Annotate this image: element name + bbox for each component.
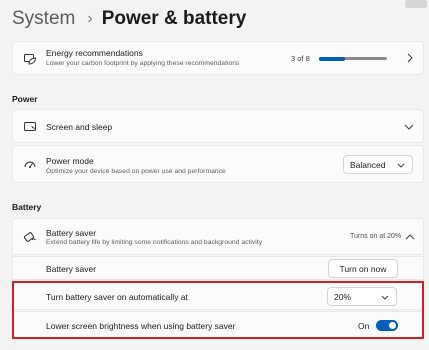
- auto-battery-saver-selected: 20%: [334, 291, 352, 302]
- power-mode-dropdown[interactable]: Balanced: [343, 155, 413, 174]
- leaf-energy-icon: [22, 51, 38, 67]
- screen-and-sleep-card[interactable]: Screen and sleep: [12, 109, 424, 143]
- chevron-down-icon: [381, 293, 389, 303]
- power-mode-subtitle: Optimize your device based on power use …: [46, 168, 226, 175]
- scrollbar-thumb[interactable]: [405, 0, 427, 8]
- turn-on-now-button[interactable]: Turn on now: [328, 259, 398, 278]
- lower-brightness-row: Lower screen brightness when using batte…: [12, 311, 424, 339]
- auto-battery-saver-label: Turn battery saver on automatically at: [46, 292, 188, 302]
- power-mode-selected: Balanced: [350, 159, 386, 170]
- chevron-right-icon: [405, 53, 415, 63]
- power-section-header: Power: [12, 94, 38, 104]
- battery-saver-subtitle: Extend battery life by limiting some not…: [46, 239, 263, 246]
- battery-section-header: Battery: [12, 202, 42, 212]
- energy-recommendations-card[interactable]: Energy recommendations Lower your carbon…: [12, 41, 424, 75]
- battery-saver-icon: [22, 229, 38, 245]
- lower-brightness-state: On: [358, 321, 370, 331]
- energy-progress-text: 3 of 8: [291, 54, 310, 63]
- screen-sleep-icon: [22, 119, 38, 135]
- breadcrumb-separator-icon: ›: [87, 10, 93, 27]
- auto-battery-saver-row: Turn battery saver on automatically at 2…: [12, 282, 424, 310]
- lower-brightness-toggle[interactable]: [376, 320, 398, 331]
- screen-and-sleep-title: Screen and sleep: [46, 122, 113, 132]
- battery-saver-title: Battery saver: [46, 228, 97, 238]
- chevron-down-icon: [404, 122, 414, 132]
- power-mode-title: Power mode: [46, 156, 94, 166]
- chevron-down-icon: [397, 161, 405, 171]
- energy-progress-bar: [319, 56, 387, 61]
- chevron-up-icon: [405, 232, 415, 242]
- battery-saver-now-row: Battery saver Turn on now: [12, 256, 424, 280]
- battery-saver-status: Turns on at 20%: [350, 233, 402, 240]
- breadcrumb-system[interactable]: System: [12, 8, 75, 30]
- power-mode-icon: [22, 157, 38, 173]
- lower-brightness-label: Lower screen brightness when using batte…: [46, 321, 236, 331]
- auto-battery-saver-dropdown[interactable]: 20%: [327, 287, 397, 306]
- battery-saver-header-row[interactable]: Battery saver Extend battery life by lim…: [12, 218, 424, 255]
- battery-saver-now-label: Battery saver: [46, 264, 97, 274]
- energy-recommendations-title: Energy recommendations: [46, 48, 143, 58]
- page-title: Power & battery: [101, 8, 247, 29]
- energy-recommendations-subtitle: Lower your carbon footprint by applying …: [46, 60, 240, 67]
- energy-progress-fill: [319, 56, 345, 61]
- breadcrumb: System › Power & battery: [12, 5, 246, 33]
- power-mode-card: Power mode Optimize your device based on…: [12, 145, 424, 183]
- toggle-knob: [389, 322, 396, 329]
